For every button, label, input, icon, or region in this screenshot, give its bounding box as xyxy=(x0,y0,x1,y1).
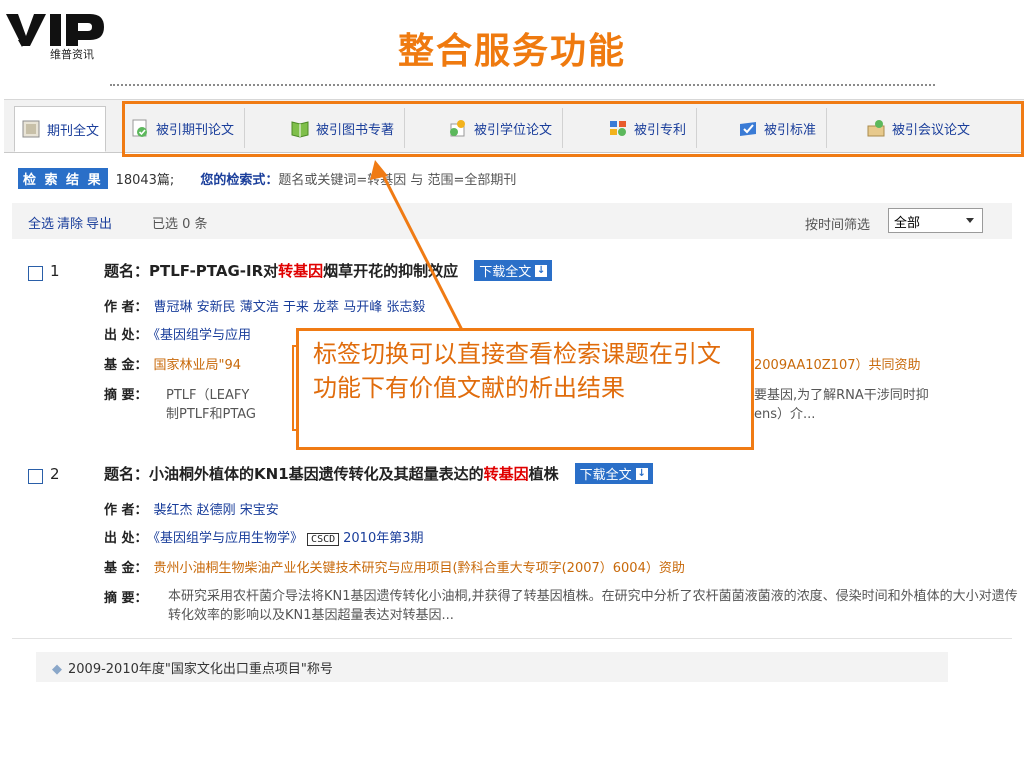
footer-text: 2009-2010年度"国家文化出口重点项目"称号 xyxy=(68,662,333,677)
diamond-icon: ◆ xyxy=(52,662,62,677)
footer-bar: ◆ 2009-2010年度"国家文化出口重点项目"称号 xyxy=(36,652,948,682)
callout-note: 标签切换可以直接查看检索课题在引文功能下有价值文献的析出结果 xyxy=(296,328,754,450)
